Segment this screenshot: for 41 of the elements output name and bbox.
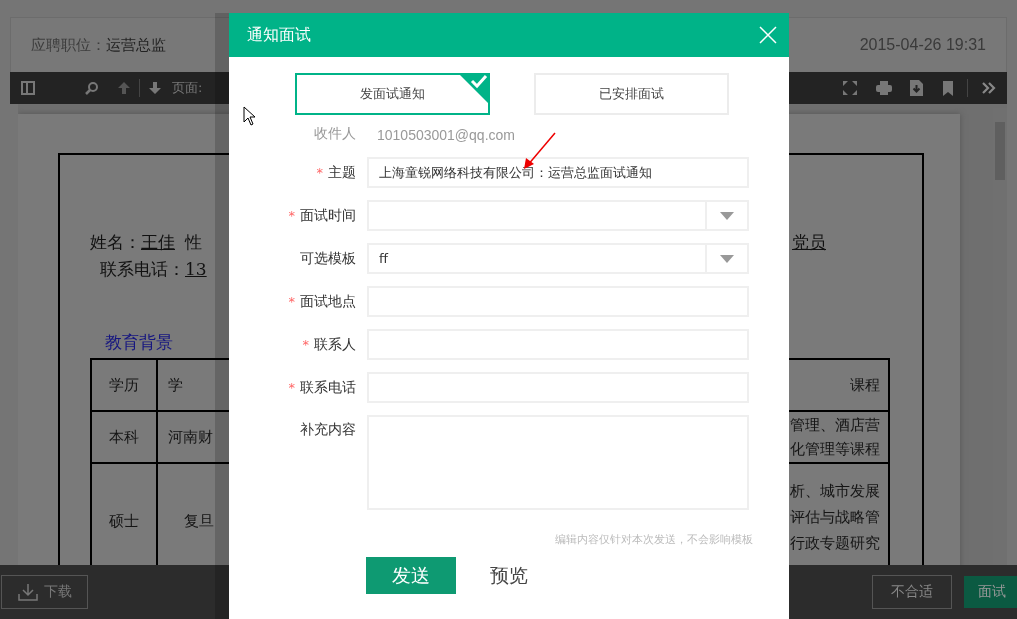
field-label: 联系电话	[300, 378, 356, 397]
input-field[interactable]: 上海童锐网络科技有限公司：运营总监面试通知	[367, 157, 749, 188]
preview-link[interactable]: 预览	[490, 562, 528, 589]
phone-label: 联系电话：	[100, 259, 185, 279]
table-cell-line: 管理、酒店营	[790, 415, 880, 436]
table-cell-line: 化管理等课程	[790, 439, 880, 460]
table-cell-line: 评估与战略管	[790, 507, 880, 528]
field-label: 面试时间	[300, 206, 356, 225]
phone-value: 13	[185, 259, 207, 279]
tab[interactable]: 已安排面试	[534, 73, 729, 115]
send-button[interactable]: 发送	[366, 557, 456, 594]
required-mark: *	[316, 165, 323, 180]
table-cell-line: 析、城市发展	[790, 481, 880, 502]
recipient-label: 收件人	[313, 125, 356, 143]
section-title: 教育背景	[105, 331, 173, 354]
select-field[interactable]: ff	[367, 243, 749, 274]
field-label: 面试地点	[300, 292, 356, 311]
required-mark: *	[288, 294, 295, 309]
party-value: 党员	[792, 231, 826, 254]
field-label: 主题	[328, 163, 356, 182]
table-cell-line: 行政专题研究	[790, 533, 880, 554]
reject-button[interactable]: 不合适	[872, 575, 952, 609]
position-label: 应聘职位：	[31, 35, 106, 55]
table-cell: 本科	[91, 411, 157, 463]
field-label: 联系人	[314, 335, 356, 354]
required-mark: *	[302, 337, 309, 352]
position-title: 运营总监	[106, 35, 166, 55]
field-label: 可选模板	[300, 249, 356, 268]
dialog-title: 通知面试	[247, 24, 311, 46]
required-mark: *	[288, 380, 295, 395]
name-label: 姓名：	[90, 232, 141, 252]
table-header: 学历	[91, 359, 157, 411]
page-label: 页面:	[172, 79, 203, 97]
required-mark: *	[288, 208, 295, 223]
recipient-value: 1010503001@qq.com	[376, 127, 516, 143]
gender-label: 性	[185, 232, 202, 252]
hint-text: 编辑内容仅针对本次发送，不会影响模板	[554, 532, 753, 547]
datetime: 2015-04-26 19:31	[859, 36, 986, 54]
tab[interactable]: 发面试通知	[295, 73, 490, 115]
name-value: 王佳	[141, 232, 175, 252]
field-label: 补充内容	[300, 421, 356, 439]
